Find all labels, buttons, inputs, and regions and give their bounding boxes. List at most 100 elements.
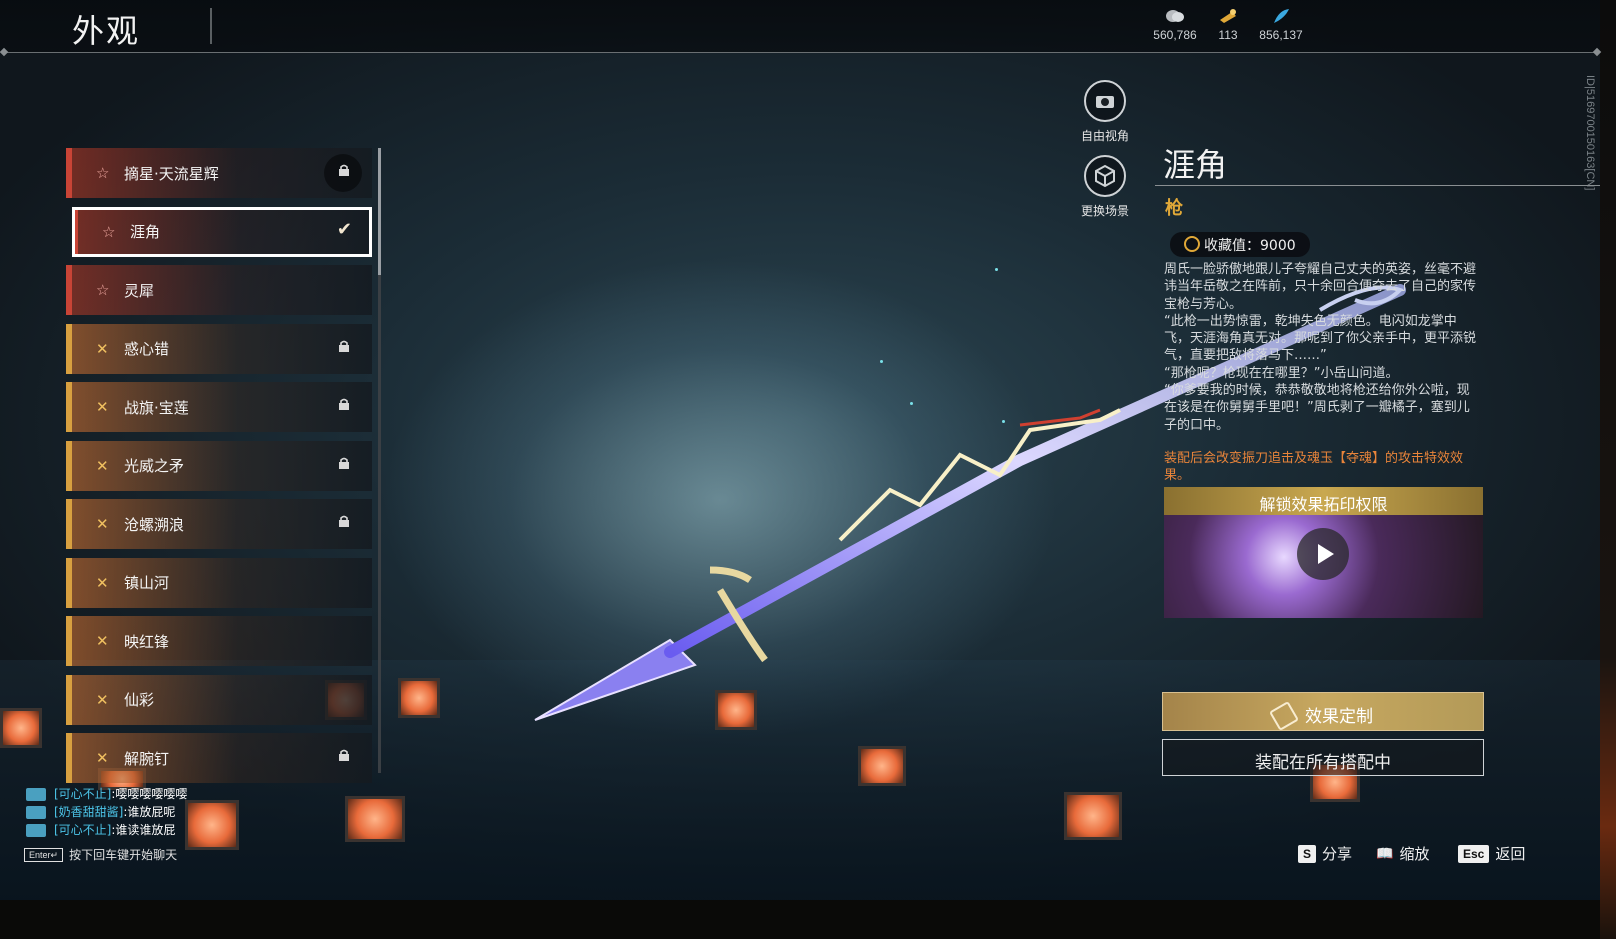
chat-sender[interactable]: [可心不止]	[54, 785, 111, 803]
list-scrollbar-thumb[interactable]	[378, 148, 381, 275]
quad-diamond-icon: ✕	[96, 690, 109, 709]
chat-input-hint[interactable]: Enter↵ 按下回车键开始聊天	[24, 846, 177, 863]
share-key: S	[1298, 844, 1317, 863]
spark	[1002, 420, 1005, 423]
share-key-hint[interactable]: S 分享	[1298, 843, 1352, 864]
lock-icon	[339, 749, 349, 761]
list-item-label: 映红锋	[124, 632, 170, 651]
cube-icon	[1095, 164, 1115, 188]
right-edge-strip	[1600, 0, 1616, 939]
spear-icon	[1268, 700, 1300, 732]
chat-sender[interactable]: [可心不止]	[54, 821, 111, 839]
list-item[interactable]: ☆ 摘星·天流星辉	[66, 148, 372, 198]
back-label: 返回	[1495, 845, 1526, 863]
description-paragraph: “此枪一出势惊雷，乾坤失色无颜色。电闪如龙掌中飞，天涯海角真无对。那呢到了你父亲…	[1164, 313, 1477, 364]
lock-icon	[339, 340, 349, 352]
spark	[880, 360, 883, 363]
chat-bubble-icon	[26, 823, 46, 837]
list-item[interactable]: ☆ 灵犀	[66, 265, 372, 315]
effect-preview-video[interactable]: 解锁效果拓印权限	[1164, 487, 1483, 618]
description-paragraph: “那枪呢？枪现在在哪里？”小岳山问道。	[1164, 365, 1399, 381]
equip-all-button[interactable]: 装配在所有搭配中	[1162, 739, 1484, 776]
free-view-label: 自由视角	[1080, 129, 1129, 143]
currency-coins: 560,786	[1150, 8, 1200, 42]
top-bar: 外观 560,786 113 856,137	[0, 0, 1600, 52]
quad-diamond-icon: ✕	[96, 632, 109, 650]
chat-text: :谁放屁呢	[123, 805, 176, 819]
star-outline-icon: ☆	[96, 164, 110, 182]
lock-icon	[339, 457, 349, 469]
collection-icon	[1184, 236, 1200, 252]
camera-icon	[1096, 96, 1114, 108]
currency-feathers: 856,137	[1256, 8, 1306, 42]
item-description: 周氏一脸骄傲地跟儿子夸耀自己丈夫的英姿，丝毫不避讳当年岳敬之在阵前，只十余回合便…	[1164, 261, 1482, 434]
chat-bubble-icon	[26, 787, 46, 801]
chat-sender[interactable]: [奶香甜甜酱]	[54, 803, 123, 821]
currency-tickets-value: 113	[1218, 28, 1238, 42]
change-scene-label: 更换场景	[1080, 204, 1129, 218]
free-view-button[interactable]	[1084, 80, 1126, 122]
list-item[interactable]: ✕ 解腕钉	[66, 733, 372, 783]
lantern	[858, 746, 906, 786]
list-item[interactable]: ✕ 光威之矛	[66, 440, 372, 491]
game-scene: 外观 560,786 113 856,137 ID|516970015016​3…	[0, 0, 1616, 939]
lantern	[185, 800, 239, 850]
lock-icon	[339, 398, 349, 410]
item-name: 涯角	[1163, 146, 1228, 184]
gold-ticket-icon	[1220, 9, 1236, 23]
bottom-band	[0, 900, 1616, 939]
esc-key: Esc	[1458, 844, 1490, 863]
list-item-selected[interactable]: ☆ 涯角 ✔	[72, 206, 372, 257]
list-item-label: 镇山河	[124, 574, 170, 592]
list-item[interactable]: ✕ 镇山河	[66, 557, 372, 608]
top-bar-divider	[4, 52, 1600, 53]
currency-feathers-value: 856,137	[1259, 28, 1303, 42]
blue-feather-icon	[1274, 9, 1289, 23]
item-type: 枪	[1165, 198, 1183, 219]
list-item[interactable]: ✕ 映红锋	[66, 616, 372, 666]
play-icon[interactable]	[1297, 528, 1349, 580]
zoom-key-hint[interactable]: 📖 缩放	[1376, 843, 1429, 864]
list-item[interactable]: ✕ 惑心错	[66, 323, 372, 374]
chat-text: :谁读谁放屁	[111, 823, 176, 837]
chat-bubble-icon	[26, 805, 46, 819]
list-item[interactable]: ✕ 战旗·宝莲	[66, 382, 372, 432]
quad-diamond-icon: ✕	[96, 573, 109, 592]
lantern	[715, 690, 757, 730]
customize-effect-label: 效果定制	[1305, 707, 1373, 727]
customize-effect-button[interactable]: 效果定制	[1162, 692, 1484, 732]
title-separator	[210, 8, 212, 44]
zoom-label: 缩放	[1399, 845, 1430, 863]
lantern	[398, 678, 440, 718]
enter-key-icon: Enter↵	[24, 847, 64, 862]
collection-value: 收藏值：9000	[1204, 238, 1296, 254]
back-key-hint[interactable]: Esc 返回	[1458, 843, 1525, 864]
description-paragraph: 周氏一脸骄傲地跟儿子夸耀自己丈夫的英姿，丝毫不避讳当年岳敬之在阵前，只十余回合便…	[1164, 262, 1477, 312]
star-outline-icon: ☆	[102, 222, 116, 241]
lantern	[345, 796, 405, 842]
quad-diamond-icon: ✕	[96, 339, 109, 358]
currency-coins-value: 560,786	[1153, 28, 1197, 42]
list-item-label: 沧螺溯浪	[124, 515, 185, 534]
list-item-label: 涯角	[130, 223, 161, 241]
list-item-label: 解腕钉	[124, 749, 170, 768]
video-title: 解锁效果拓印权限	[1164, 487, 1483, 515]
appearance-list: ☆ 摘星·天流星辉 ☆ 涯角 ✔ ☆ 灵犀 ✕ 惑心错 ✕ 战旗·宝莲 ✕ 光威…	[66, 148, 372, 783]
list-item[interactable]: ✕ 仙彩	[66, 674, 372, 725]
page-title: 外观	[72, 12, 141, 50]
list-item[interactable]: ✕ 沧螺溯浪	[66, 499, 372, 549]
item-name-divider	[1155, 185, 1600, 186]
spark	[995, 268, 998, 271]
lantern	[0, 708, 42, 748]
lock-icon	[339, 515, 349, 527]
effect-note: 装配后会改变振刀追击及魂玉【夺魂】的攻击特效效果。	[1164, 451, 1464, 483]
spark	[910, 402, 913, 405]
quad-diamond-icon: ✕	[96, 456, 109, 475]
equip-all-label: 装配在所有搭配中	[1255, 753, 1391, 773]
list-item-label: 摘星·天流星辉	[124, 164, 219, 183]
change-scene-button[interactable]	[1084, 155, 1126, 197]
share-label: 分享	[1322, 845, 1353, 863]
quad-diamond-icon: ✕	[96, 398, 109, 416]
chat-hint-text: 按下回车键开始聊天	[69, 848, 178, 862]
chat-message: [可心不止] :嘤嘤嘤嘤嘤嘤	[26, 785, 187, 803]
